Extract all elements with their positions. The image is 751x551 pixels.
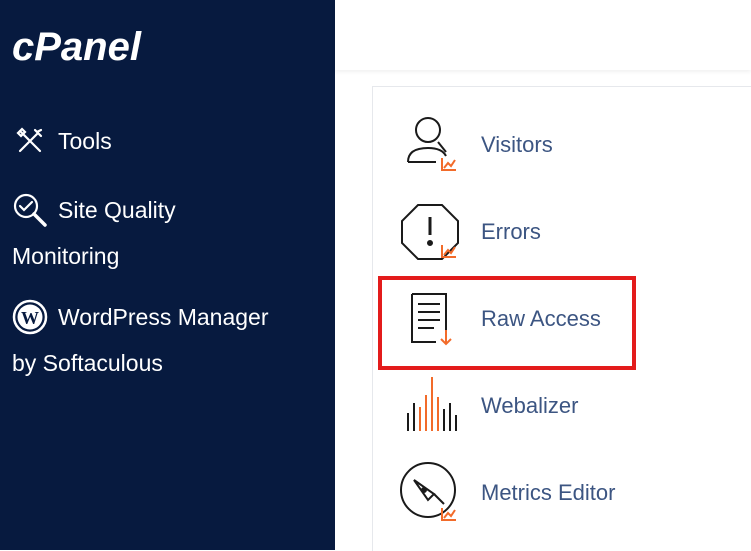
logo-text: cPanel — [12, 25, 142, 68]
sidebar-item-wordpress[interactable]: W WordPress Manager by Softaculous — [12, 294, 269, 386]
sidebar-item-label-cont: by Softaculous — [12, 350, 163, 376]
visitors-icon — [398, 112, 464, 178]
errors-icon — [398, 199, 464, 265]
svg-text:W: W — [21, 308, 39, 328]
sidebar-item-label: Site Quality — [58, 197, 176, 223]
highlight-box — [378, 276, 636, 370]
site-quality-icon — [12, 192, 48, 228]
app-errors[interactable]: Errors — [373, 197, 751, 267]
sidebar-item-label: WordPress Manager — [58, 304, 269, 330]
sidebar-item-site-quality[interactable]: Site Quality Monitoring — [12, 187, 176, 279]
metrics-editor-icon — [398, 460, 464, 526]
sidebar-item-tools[interactable]: Tools — [12, 118, 112, 164]
tools-icon — [12, 123, 48, 159]
top-bar — [335, 0, 751, 70]
app-label: Visitors — [481, 132, 553, 157]
app-webalizer[interactable]: Webalizer — [373, 371, 751, 441]
app-metrics-editor[interactable]: Metrics Editor — [373, 458, 751, 528]
app-label: Metrics Editor — [481, 480, 616, 505]
app-visitors[interactable]: Visitors — [373, 110, 751, 180]
app-label: Errors — [481, 219, 541, 244]
sidebar: cPanel Tools Site Quality Monitoring W W… — [0, 0, 335, 550]
app-label: Webalizer — [481, 393, 579, 418]
sidebar-item-label: Tools — [58, 128, 112, 154]
webalizer-icon — [398, 373, 464, 439]
sidebar-item-label-cont: Monitoring — [12, 243, 120, 269]
wordpress-icon: W — [12, 299, 48, 335]
cpanel-logo[interactable]: cPanel — [12, 24, 192, 73]
